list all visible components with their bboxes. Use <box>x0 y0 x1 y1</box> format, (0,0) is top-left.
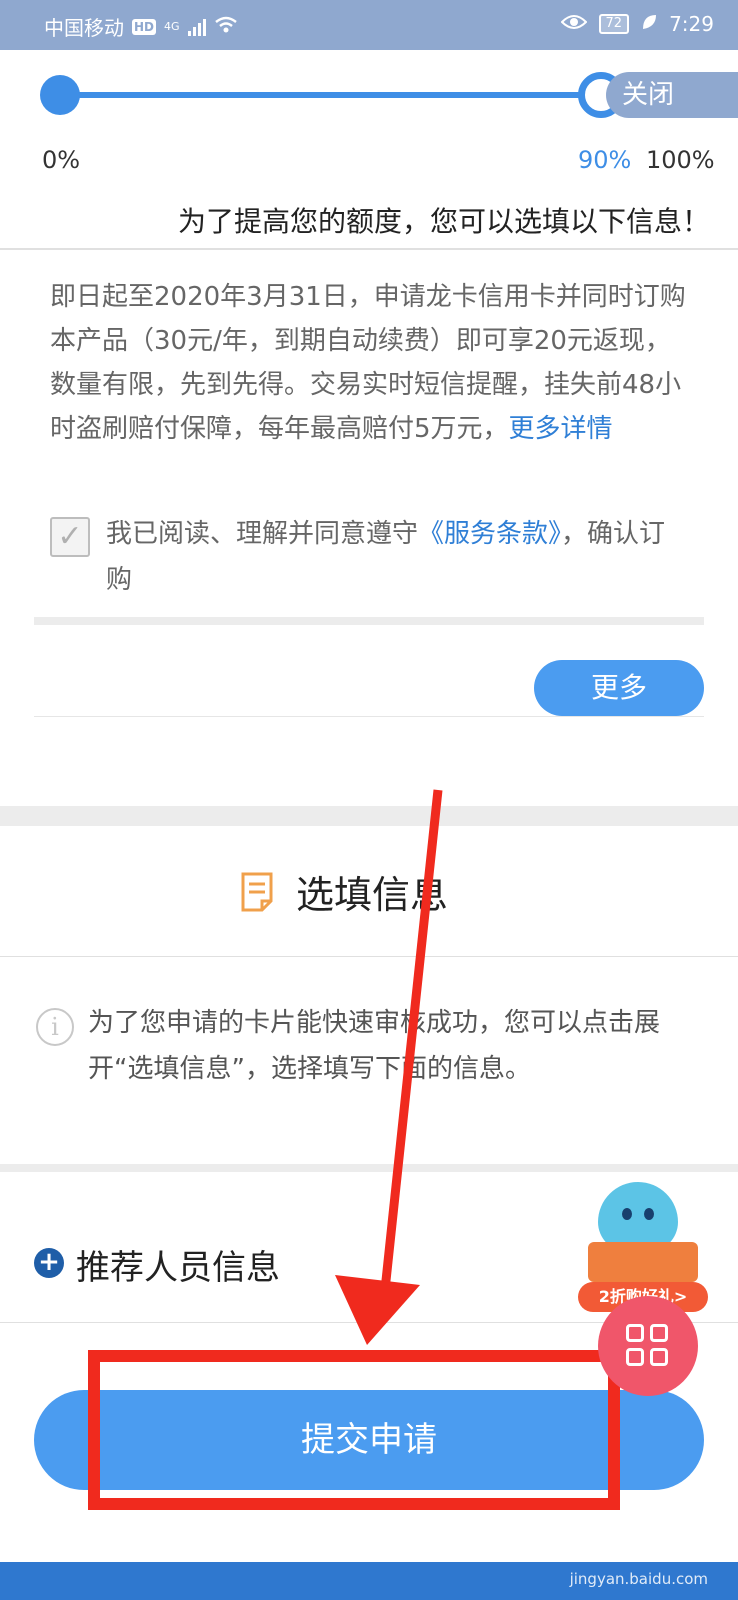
gift-box-icon <box>588 1242 698 1282</box>
app-grid-button[interactable] <box>598 1296 698 1396</box>
watermark-url: jingyan.baidu.com <box>569 1570 708 1588</box>
watermark-logo: Bai du 经验 <box>566 1528 708 1556</box>
grid-icon <box>626 1324 670 1368</box>
